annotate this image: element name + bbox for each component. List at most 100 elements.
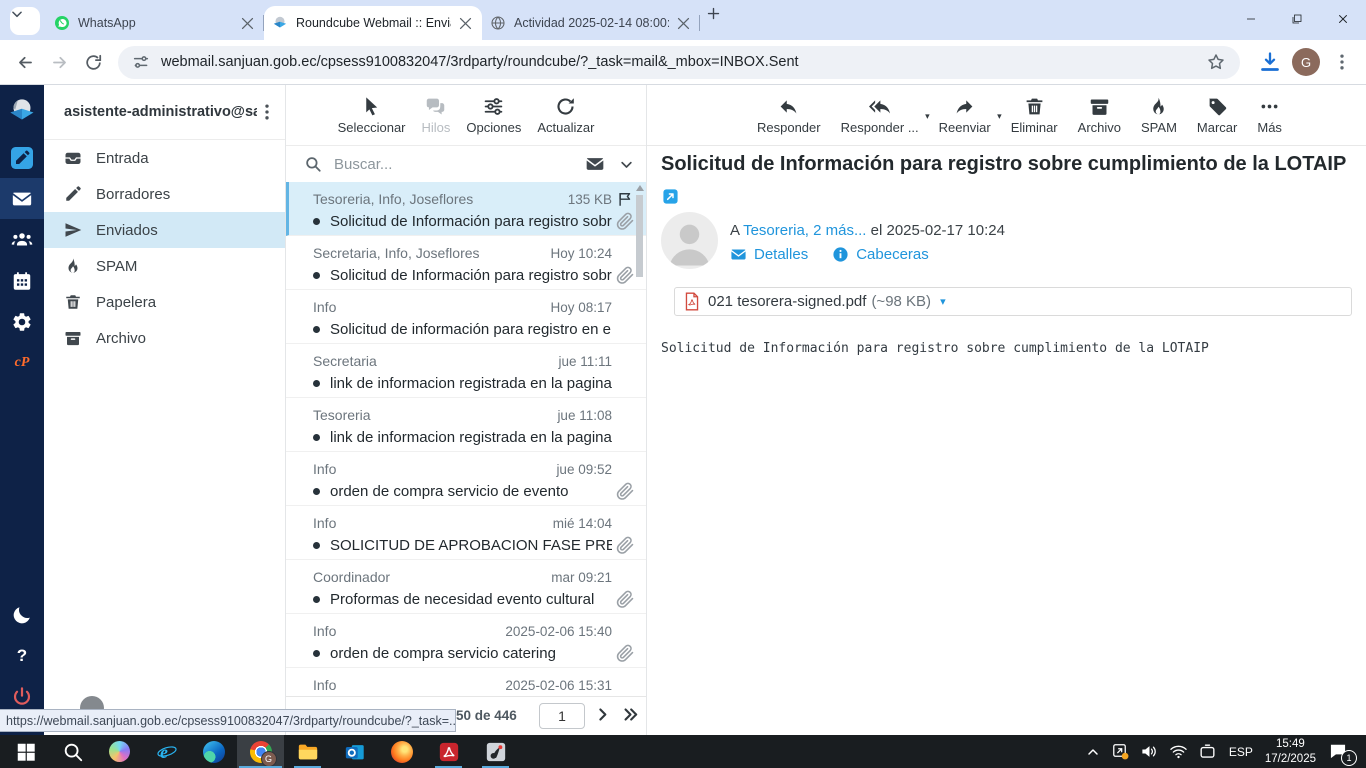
folder-label: Papelera — [96, 293, 157, 311]
message-row[interactable]: Info Hoy 08:17 Solicitud de información … — [286, 290, 646, 344]
firefox-app[interactable] — [378, 735, 425, 768]
more-button[interactable]: Más ▾ — [1247, 96, 1292, 135]
attachment-caret-icon[interactable]: ▾ — [940, 295, 946, 308]
settings-nav-button[interactable] — [0, 301, 44, 342]
message-row[interactable]: Info mié 14:04 SOLICITUD DE APROBACION F… — [286, 506, 646, 560]
tab-actividad[interactable]: Actividad 2025-02-14 08:00:00 — [482, 6, 700, 40]
cpanel-button[interactable]: cP — [0, 342, 44, 383]
message-sender: Secretaria — [313, 353, 377, 369]
wifi-icon[interactable] — [1169, 742, 1188, 761]
explorer-app[interactable] — [284, 735, 331, 768]
tab-roundcube[interactable]: Roundcube Webmail :: Enviados — [264, 6, 482, 40]
reply-all-button[interactable]: Responder ... ▾ — [831, 96, 930, 135]
folder-archivo[interactable]: Archivo — [44, 320, 285, 356]
forward-button[interactable]: Reenviar ▾ — [929, 96, 1002, 135]
volume-icon[interactable] — [1140, 742, 1159, 761]
teams-tray-icon[interactable] — [1111, 742, 1130, 761]
threads-button[interactable]: Hilos — [418, 96, 455, 135]
taskbar-search-button[interactable] — [49, 735, 96, 768]
last-page-icon[interactable] — [620, 706, 641, 723]
mail-nav-button[interactable] — [0, 178, 44, 219]
scrollbar-thumb[interactable] — [636, 195, 643, 277]
chrome-icon: G — [249, 740, 277, 767]
outlook-app[interactable] — [331, 735, 378, 768]
notification-center-button[interactable]: 1 — [1328, 741, 1357, 766]
roundcube-logo-button[interactable] — [0, 85, 44, 137]
back-button[interactable] — [8, 45, 42, 79]
page-number-input[interactable] — [539, 703, 585, 729]
folder-borradores[interactable]: Borradores — [44, 176, 285, 212]
folder-enviados[interactable]: Enviados — [44, 212, 285, 248]
message-row[interactable]: Info 2025-02-06 15:40 orden de compra se… — [286, 614, 646, 668]
attachment-name[interactable]: 021 tesorera-signed.pdf — [708, 293, 866, 310]
external-link-icon[interactable] — [662, 188, 679, 205]
contacts-nav-button[interactable] — [0, 219, 44, 260]
acrobat-app[interactable] — [425, 735, 472, 768]
close-window-button[interactable] — [1320, 0, 1366, 38]
maximize-button[interactable] — [1274, 0, 1320, 38]
reply-button[interactable]: Responder ▾ — [747, 96, 831, 135]
next-page-icon[interactable] — [594, 706, 611, 723]
account-menu-kebab-icon[interactable] — [257, 102, 277, 122]
message-row[interactable]: Info jue 09:52 orden de compra servicio … — [286, 452, 646, 506]
url-text[interactable]: webmail.sanjuan.gob.ec/cpsess9100832047/… — [161, 54, 1198, 70]
tray-chevron-up-icon[interactable] — [1085, 744, 1101, 760]
dark-mode-button[interactable] — [0, 594, 44, 635]
message-subject: Proformas de necesidad evento cultural — [330, 590, 595, 608]
tab-close-icon[interactable] — [675, 15, 692, 32]
reload-button[interactable] — [76, 45, 110, 79]
tab-close-icon[interactable] — [239, 15, 256, 32]
folder-entrada[interactable]: Entrada — [44, 140, 285, 176]
delete-button[interactable]: Eliminar ▾ — [1001, 96, 1068, 135]
browser-menu-kebab-icon[interactable] — [1332, 52, 1352, 72]
options-button[interactable]: Opciones — [462, 96, 525, 135]
minimize-button[interactable] — [1228, 0, 1274, 38]
select-button[interactable]: Seleccionar — [334, 96, 410, 135]
calendar-nav-button[interactable] — [0, 260, 44, 301]
profile-avatar[interactable]: G — [1292, 48, 1320, 76]
attachment-row[interactable]: 021 tesorera-signed.pdf (~98 KB) ▾ — [674, 287, 1352, 316]
refresh-button[interactable]: Actualizar — [533, 96, 598, 135]
list-scrollbar[interactable] — [635, 185, 644, 277]
copilot-app[interactable] — [96, 735, 143, 768]
search-input[interactable] — [332, 154, 579, 174]
folder-papelera[interactable]: Papelera — [44, 284, 285, 320]
site-info-icon[interactable] — [132, 53, 150, 71]
language-indicator[interactable]: ESP — [1229, 745, 1253, 759]
tab-search-button[interactable] — [10, 7, 40, 35]
recipient-link[interactable]: Tesoreria, — [743, 222, 809, 239]
tab-whatsapp[interactable]: WhatsApp — [46, 6, 264, 40]
chrome-app[interactable]: G — [237, 735, 284, 768]
message-row[interactable]: Tesoreria jue 11:08 link de informacion … — [286, 398, 646, 452]
search-expand-chevron-icon[interactable] — [619, 157, 634, 172]
compose-button[interactable] — [0, 137, 44, 178]
message-row[interactable]: Secretaria, Info, Joseflores Hoy 10:24 S… — [286, 236, 646, 290]
address-bar[interactable]: webmail.sanjuan.gob.ec/cpsess9100832047/… — [118, 45, 1240, 79]
start-button[interactable] — [2, 735, 49, 768]
taskbar-clock[interactable]: 15:49 17/2/2025 — [1265, 737, 1316, 767]
tab-close-icon[interactable] — [457, 15, 474, 32]
spam-button[interactable]: SPAM ▾ — [1131, 96, 1187, 135]
ie-app[interactable]: e — [143, 735, 190, 768]
download-icon[interactable] — [1258, 50, 1282, 74]
new-tab-button[interactable] — [706, 6, 734, 34]
folder-spam[interactable]: SPAM — [44, 248, 285, 284]
help-button[interactable]: ? — [0, 635, 44, 676]
java-app[interactable] — [472, 735, 519, 768]
display-icon[interactable] — [1198, 742, 1217, 761]
more-recipients-link[interactable]: 2 más... — [813, 222, 866, 239]
details-link[interactable]: Detalles — [730, 246, 808, 263]
forward-button[interactable] — [42, 45, 76, 79]
message-row[interactable]: Info 2025-02-06 15:31 — [286, 668, 646, 697]
header-links: Detalles Cabeceras — [730, 246, 929, 263]
search-scope-envelope-icon[interactable] — [585, 154, 605, 174]
message-row[interactable]: Tesoreria, Info, Joseflores 135 KB Solic… — [286, 182, 646, 236]
bookmark-star-icon[interactable] — [1206, 52, 1226, 72]
message-row[interactable]: Coordinador mar 09:21 Proformas de neces… — [286, 560, 646, 614]
archive-button[interactable]: Archivo ▾ — [1068, 96, 1131, 135]
message-row[interactable]: Secretaria jue 11:11 link de informacion… — [286, 344, 646, 398]
headers-link[interactable]: Cabeceras — [832, 246, 929, 263]
mark-button[interactable]: Marcar ▾ — [1187, 96, 1247, 135]
scrollbar-up-arrow[interactable] — [635, 185, 644, 191]
edge-app[interactable] — [190, 735, 237, 768]
